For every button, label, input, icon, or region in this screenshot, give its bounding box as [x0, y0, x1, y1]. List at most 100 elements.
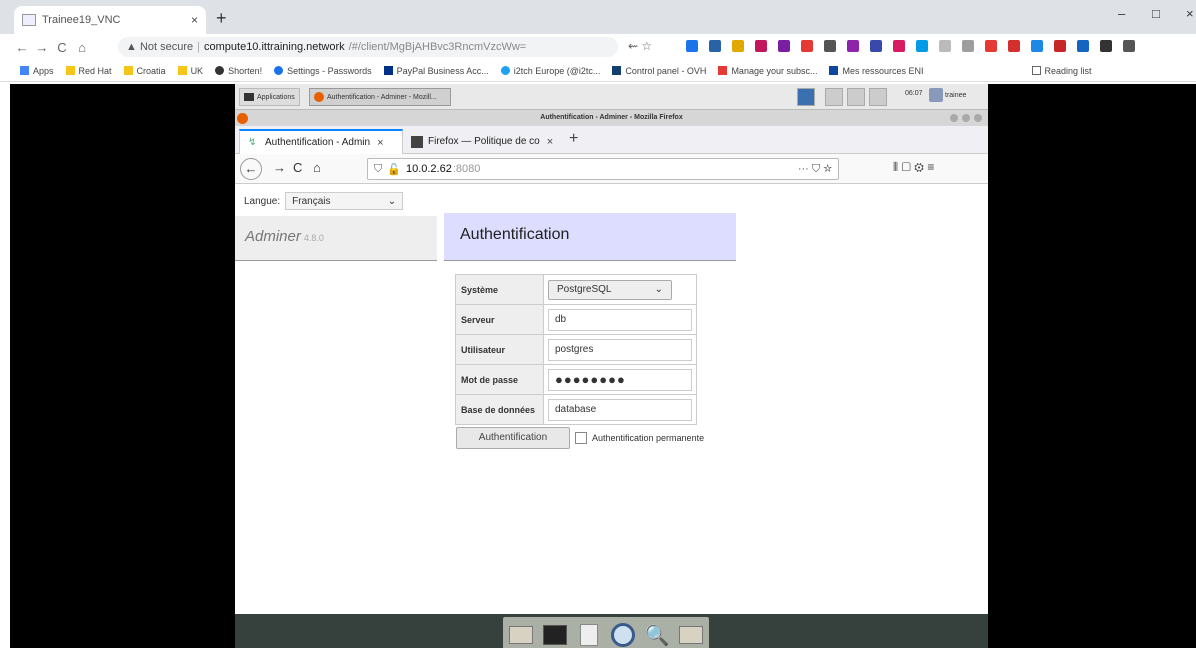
- security-warning[interactable]: ▲ Not secure: [126, 41, 193, 53]
- bookmark-croatia[interactable]: Croatia: [123, 66, 166, 76]
- forward-arrow-icon[interactable]: →: [273, 160, 286, 175]
- firefox-tab-strip: ↯ Authentification - Admin × Firefox — P…: [235, 126, 988, 154]
- extension-icon[interactable]: [755, 40, 767, 52]
- dock-folder-icon[interactable]: [507, 622, 535, 648]
- extension-icon[interactable]: [801, 40, 813, 52]
- minimize-icon[interactable]: [950, 114, 958, 122]
- maximize-icon[interactable]: □: [1152, 6, 1160, 21]
- dock-folder-icon[interactable]: [677, 622, 705, 648]
- bookmark-subscriptions[interactable]: Manage your subsc...: [718, 66, 817, 76]
- extension-icon[interactable]: [709, 40, 721, 52]
- language-label: Langue:: [244, 195, 281, 207]
- ovh-icon: [612, 66, 622, 75]
- key-star-icons[interactable]: ⇜ ☆: [628, 39, 652, 53]
- apps-grid-icon: [20, 66, 29, 75]
- remote-desktop[interactable]: Applications Authentification - Adminer …: [235, 84, 988, 648]
- bookmark-settings[interactable]: Settings - Passwords: [274, 66, 372, 76]
- minimize-icon[interactable]: –: [1118, 6, 1125, 21]
- back-arrow-icon[interactable]: ←: [12, 40, 32, 55]
- permanent-login-label[interactable]: Authentification permanente: [592, 433, 704, 443]
- extension-icon[interactable]: [939, 40, 951, 52]
- workspace-switcher-icon[interactable]: [797, 88, 815, 106]
- database-input[interactable]: database: [548, 398, 692, 421]
- firefox-url-bar[interactable]: ⛉ 🔓 10.0.2.62 :8080 ··· ⛉ ☆: [367, 158, 839, 180]
- page-title: Authentification: [444, 213, 736, 261]
- dock-launchers: 🔍: [503, 617, 709, 648]
- reload-icon[interactable]: C: [52, 40, 72, 55]
- extension-icon[interactable]: [1008, 40, 1020, 52]
- server-input[interactable]: db: [548, 308, 692, 331]
- reading-list[interactable]: Reading list: [1031, 66, 1092, 76]
- home-icon[interactable]: ⌂: [72, 40, 92, 55]
- forward-arrow-icon[interactable]: →: [32, 40, 52, 55]
- back-arrow-icon[interactable]: ←: [240, 158, 262, 180]
- extension-icon[interactable]: [893, 40, 905, 52]
- workspace-3[interactable]: [847, 88, 865, 106]
- password-input[interactable]: ●●●●●●●●: [548, 368, 692, 391]
- login-button[interactable]: Authentification: [456, 427, 570, 449]
- reload-icon[interactable]: C: [293, 160, 302, 175]
- permanent-login-checkbox[interactable]: [575, 432, 587, 444]
- tab-adminer[interactable]: ↯ Authentification - Admin ×: [239, 129, 403, 154]
- extension-icon[interactable]: [732, 40, 744, 52]
- firefox-icon: [237, 113, 248, 124]
- extension-icon[interactable]: [916, 40, 928, 52]
- close-icon[interactable]: [974, 114, 982, 122]
- app-name[interactable]: Adminer: [245, 228, 301, 245]
- bookmark-eni[interactable]: Mes ressources ENI: [829, 66, 924, 76]
- bookmark-uk[interactable]: UK: [177, 66, 203, 76]
- applications-menu[interactable]: Applications: [239, 88, 300, 106]
- dock-terminal-icon[interactable]: [541, 622, 569, 648]
- bookmark-redhat[interactable]: Red Hat: [65, 66, 112, 76]
- bookmark-twitter[interactable]: i2tch Europe (@i2tc...: [500, 66, 600, 76]
- form-row-user: Utilisateur postgres: [455, 334, 697, 365]
- remote-dock: 🔍: [235, 614, 988, 648]
- bookmark-apps[interactable]: Apps: [20, 66, 54, 76]
- firefox-icon: [314, 92, 324, 102]
- system-select[interactable]: PostgreSQL ⌄: [548, 279, 672, 300]
- bookmark-shorten[interactable]: Shorten!: [215, 66, 262, 76]
- firefox-page-icon: [411, 135, 423, 148]
- extension-icon[interactable]: [1077, 40, 1089, 52]
- extension-icon[interactable]: [778, 40, 790, 52]
- extension-icon[interactable]: [847, 40, 859, 52]
- gear-icon: [274, 66, 284, 75]
- extension-icon[interactable]: [870, 40, 882, 52]
- eni-icon: [829, 66, 839, 75]
- extension-icon[interactable]: [1100, 40, 1112, 52]
- extension-icon[interactable]: [1031, 40, 1043, 52]
- home-icon[interactable]: ⌂: [313, 160, 321, 175]
- username-input[interactable]: postgres: [548, 338, 692, 361]
- panel-user[interactable]: trainee: [929, 88, 966, 102]
- bookmarks-bar: Apps Red Hat Croatia UK Shorten! Setting…: [0, 60, 1196, 82]
- chrome-tab-vnc[interactable]: Trainee19_VNC ×: [14, 6, 206, 34]
- extension-icon[interactable]: [686, 40, 698, 52]
- extension-icon[interactable]: [962, 40, 974, 52]
- page-actions-icon[interactable]: ··· ⛉ ☆: [798, 163, 832, 176]
- extension-icon[interactable]: [985, 40, 997, 52]
- tab-firefox-policy[interactable]: Firefox — Politique de co ×: [403, 129, 563, 154]
- chrome-address-bar[interactable]: ▲ Not secure | compute10.ittraining.netw…: [118, 37, 618, 57]
- tab-close-icon[interactable]: ×: [377, 137, 383, 149]
- new-tab-button[interactable]: +: [569, 130, 578, 148]
- chrome-tab-close-icon[interactable]: ×: [191, 13, 198, 27]
- taskbar-firefox[interactable]: Authentification - Adminer - Mozill...: [309, 88, 451, 106]
- extension-icon[interactable]: [824, 40, 836, 52]
- workspace-4[interactable]: [869, 88, 887, 106]
- bookmark-ovh[interactable]: Control panel - OVH: [612, 66, 706, 76]
- close-window-icon[interactable]: ×: [1186, 6, 1194, 21]
- bookmark-paypal[interactable]: PayPal Business Acc...: [383, 66, 489, 76]
- profile-avatar-icon[interactable]: [1123, 40, 1135, 52]
- extension-icon[interactable]: [1054, 40, 1066, 52]
- adminer-logo[interactable]: Adminer 4.8.0: [235, 216, 437, 261]
- user-avatar-icon: [929, 88, 943, 102]
- chrome-new-tab-button[interactable]: +: [216, 8, 227, 29]
- dock-search-icon[interactable]: 🔍: [643, 622, 671, 648]
- language-select[interactable]: Français ⌄: [285, 192, 404, 210]
- tab-close-icon[interactable]: ×: [547, 136, 553, 148]
- toolbar-menu-icons[interactable]: ⫴ ▢ ⚙ ≡: [893, 160, 934, 175]
- workspace-2[interactable]: [825, 88, 843, 106]
- dock-browser-icon[interactable]: [609, 622, 637, 648]
- dock-text-editor-icon[interactable]: [575, 622, 603, 648]
- maximize-icon[interactable]: [962, 114, 970, 122]
